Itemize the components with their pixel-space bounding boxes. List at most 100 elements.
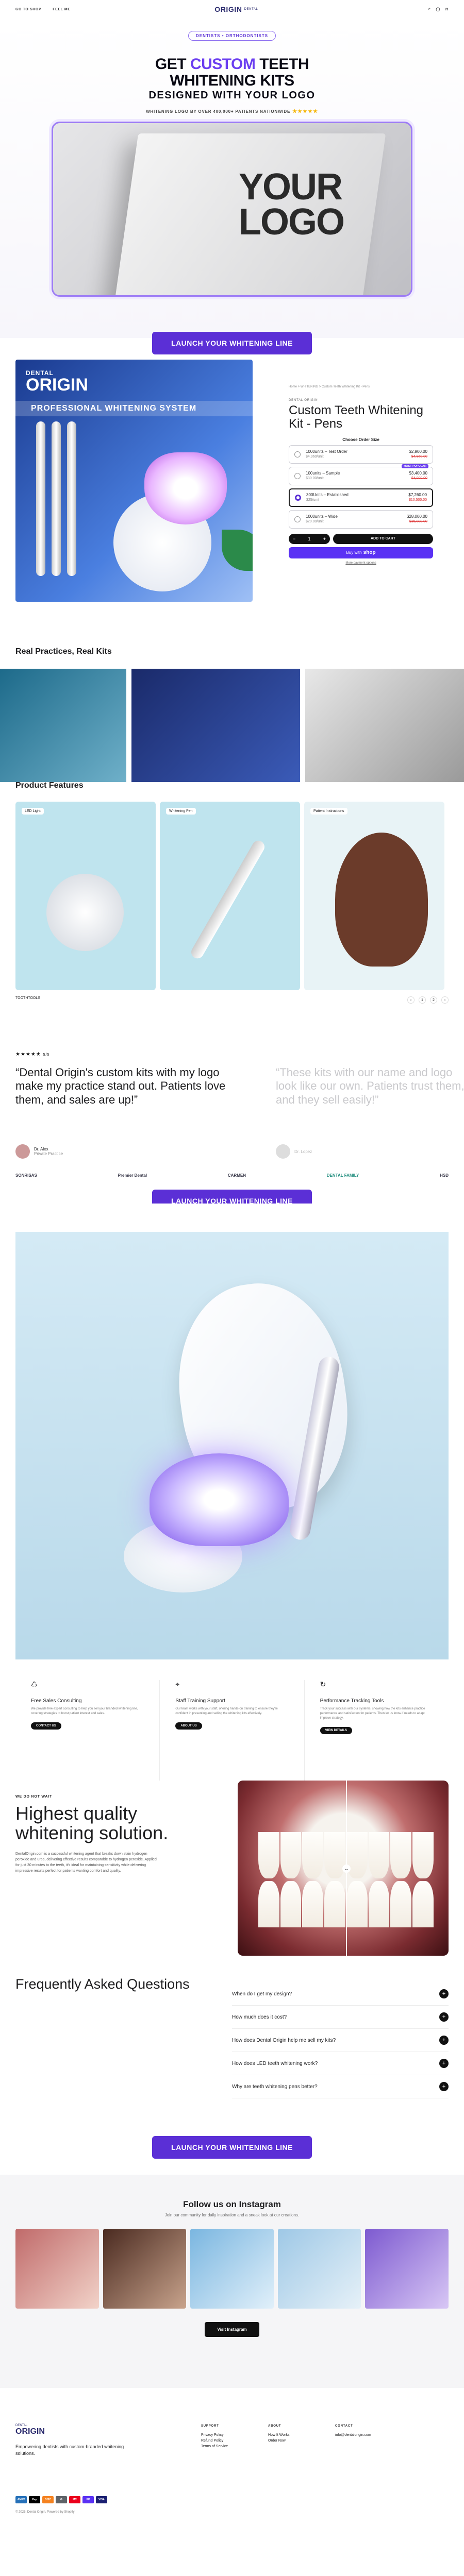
details-button[interactable]: VIEW DETAILS <box>320 1727 352 1734</box>
rating-stars: ★★★★★ <box>292 109 318 114</box>
footer-tagline: Empowering dentists with custom-branded … <box>15 2444 124 2456</box>
consulting-icon: ♺ <box>31 1680 38 1688</box>
site-footer: DENTAL ORIGIN Empowering dentists with cu… <box>0 2388 464 2514</box>
footer-link[interactable]: How It Works <box>268 2432 335 2438</box>
slider-handle-icon[interactable]: ↔ <box>342 1865 351 1873</box>
quality-body: DentalOrigin.com is a successful whiteni… <box>15 1852 157 1873</box>
prev-icon[interactable]: ‹ <box>407 996 415 1004</box>
option-price: $7,260.00 $10,500.00 <box>408 493 427 502</box>
search-icon[interactable]: ⌕ <box>428 7 431 11</box>
next-icon[interactable]: › <box>441 996 449 1004</box>
plus-icon[interactable]: + <box>439 2059 449 2068</box>
footer-link[interactable]: Terms of Service <box>201 2444 268 2449</box>
footer-link[interactable]: Privacy Policy <box>201 2432 268 2438</box>
plus-icon[interactable]: + <box>323 536 326 541</box>
page-2[interactable]: 2 <box>430 996 437 1004</box>
faq-item[interactable]: How much does it cost? + <box>232 2006 449 2029</box>
instagram-post[interactable] <box>277 2229 361 2309</box>
option-price: $28,000.00 $35,000.00 <box>406 514 427 524</box>
footer-logo[interactable]: DENTAL ORIGIN <box>15 2424 201 2436</box>
add-to-cart-button[interactable]: ADD TO CART <box>333 533 433 544</box>
contact-button[interactable]: CONTACT US <box>31 1722 61 1730</box>
quality-text: WE DO NOT WAIT Highest quality whitening… <box>15 1781 196 1961</box>
practice-gallery <box>0 669 464 782</box>
radio[interactable] <box>294 472 301 479</box>
instagram-post[interactable] <box>365 2229 449 2309</box>
training-icon: ⌖ <box>175 1680 180 1688</box>
logo-text: ORIGIN <box>214 5 242 13</box>
author: Dr. Alex Private Practice <box>15 1144 63 1159</box>
minus-icon[interactable]: − <box>293 536 295 541</box>
mastercard-icon: MC <box>69 2496 80 2503</box>
plus-icon[interactable]: + <box>439 2012 449 2022</box>
instagram-grid <box>0 2229 464 2309</box>
feature-card[interactable]: LED Light <box>15 802 156 990</box>
instagram-post[interactable] <box>103 2229 187 2309</box>
product-band: PROFESSIONAL WHITENING SYSTEM <box>15 401 253 416</box>
product-image[interactable]: DENTAL ORIGIN PROFESSIONAL WHITENING SYST… <box>15 360 253 602</box>
cart-icon[interactable]: ⊓ <box>445 7 449 11</box>
faq-item[interactable]: Why are teeth whitening pens better? + <box>232 2075 449 2098</box>
tracking-icon: ↻ <box>320 1680 326 1688</box>
feature-card[interactable]: Whitening Pen <box>160 802 300 990</box>
instagram-post[interactable] <box>15 2229 99 2309</box>
apple-pay-icon: Pay <box>29 2496 40 2503</box>
feature-card[interactable]: Patient Instructions <box>304 802 444 990</box>
nav-shop[interactable]: GO TO SHOP <box>15 8 41 11</box>
order-size-label: Choose Order Size <box>342 437 379 442</box>
cart-row: − 1 + ADD TO CART <box>289 533 433 544</box>
hero-title: GET CUSTOM TEETH WHITENING KITS <box>155 56 309 89</box>
pen-shape <box>67 421 76 576</box>
size-option[interactable]: 100units – Sample $30.00/unit $3,400.00 $4,… <box>289 464 433 485</box>
option-price: $2,900.00 $4,960.00 <box>409 449 427 459</box>
testimonial-quote-next: “These kits with our name and logo look … <box>276 1066 464 1106</box>
product-shape <box>46 874 124 951</box>
launch-button[interactable]: LAUNCH YOUR WHITENING LINE <box>152 332 312 354</box>
footer-columns: DENTAL ORIGIN Empowering dentists with cu… <box>0 2388 464 2496</box>
your-logo-text: YOUR LOGO <box>239 166 345 243</box>
size-option[interactable]: 1000units – Wide $20.00/unit $28,000.00 $35… <box>289 510 433 529</box>
faq-item[interactable]: When do I get my design? + <box>232 1982 449 2006</box>
page-1[interactable]: 1 <box>419 996 426 1004</box>
header-icons: ⌕ ◯ ⊓ <box>402 7 449 11</box>
plus-icon[interactable]: + <box>439 1989 449 1998</box>
launch-button[interactable]: LAUNCH YOUR WHITENING LINE <box>152 1190 312 1204</box>
size-option[interactable]: 1000units – Test Order $4,960/unit $2,900.… <box>289 445 433 464</box>
plus-icon[interactable]: + <box>439 2082 449 2091</box>
more-payment-link[interactable]: More payment options <box>289 562 433 565</box>
partner-logo: SONRISAS <box>15 1173 37 1178</box>
faq-item[interactable]: How does LED teeth whitening work? + <box>232 2052 449 2075</box>
faq-list: When do I get my design? + How much does … <box>232 1982 449 2126</box>
option-name: 300Units – Established $25/unit <box>306 493 349 502</box>
instagram-post[interactable] <box>190 2229 274 2309</box>
quantity-stepper[interactable]: − 1 + <box>289 533 330 544</box>
section-title: Product Features <box>15 781 84 790</box>
breadcrumb[interactable]: Home > WHITENING > Custom Teeth Whitenin… <box>289 385 433 388</box>
footer-link[interactable]: Refund Policy <box>201 2438 268 2444</box>
footer-link[interactable]: Order Now <box>268 2438 335 2444</box>
nav-feel[interactable]: FEEL ME <box>53 8 70 11</box>
visit-instagram-button[interactable]: Visit Instagram <box>205 2322 259 2337</box>
launch-button[interactable]: LAUNCH YOUR WHITENING LINE <box>152 2136 312 2159</box>
before-after-slider[interactable]: ↔ <box>237 1781 449 1956</box>
visa-icon: VISA <box>96 2496 107 2503</box>
shop-pay-button[interactable]: Buy with shop <box>289 547 433 558</box>
size-option[interactable]: 300Units – Established $25/unit $7,260.00 $… <box>289 488 433 507</box>
about-button[interactable]: ABOUT US <box>175 1722 202 1730</box>
instagram-title: Follow us on Instagram <box>183 2199 281 2209</box>
faq-item[interactable]: How does Dental Origin help me sell my k… <box>232 2029 449 2052</box>
shop-pay-icon: PP <box>82 2496 94 2503</box>
footer-link[interactable]: info@dentalorigin.com <box>335 2432 402 2438</box>
plus-icon[interactable]: + <box>439 2036 449 2045</box>
feature-label: Patient Instructions <box>310 808 347 815</box>
avatar <box>15 1144 30 1159</box>
account-icon[interactable]: ◯ <box>436 7 440 11</box>
partner-logos: SONRISAS Premier Dental CARMEN DENTAL FA… <box>15 1173 449 1178</box>
site-logo[interactable]: ORIGIN DENTAL <box>214 5 258 13</box>
radio[interactable] <box>295 494 301 501</box>
google-pay-icon: G <box>56 2496 67 2503</box>
radio[interactable] <box>294 516 301 522</box>
radio[interactable] <box>294 451 301 457</box>
person-shape <box>335 833 428 967</box>
amex-icon: AMEX <box>15 2496 27 2503</box>
